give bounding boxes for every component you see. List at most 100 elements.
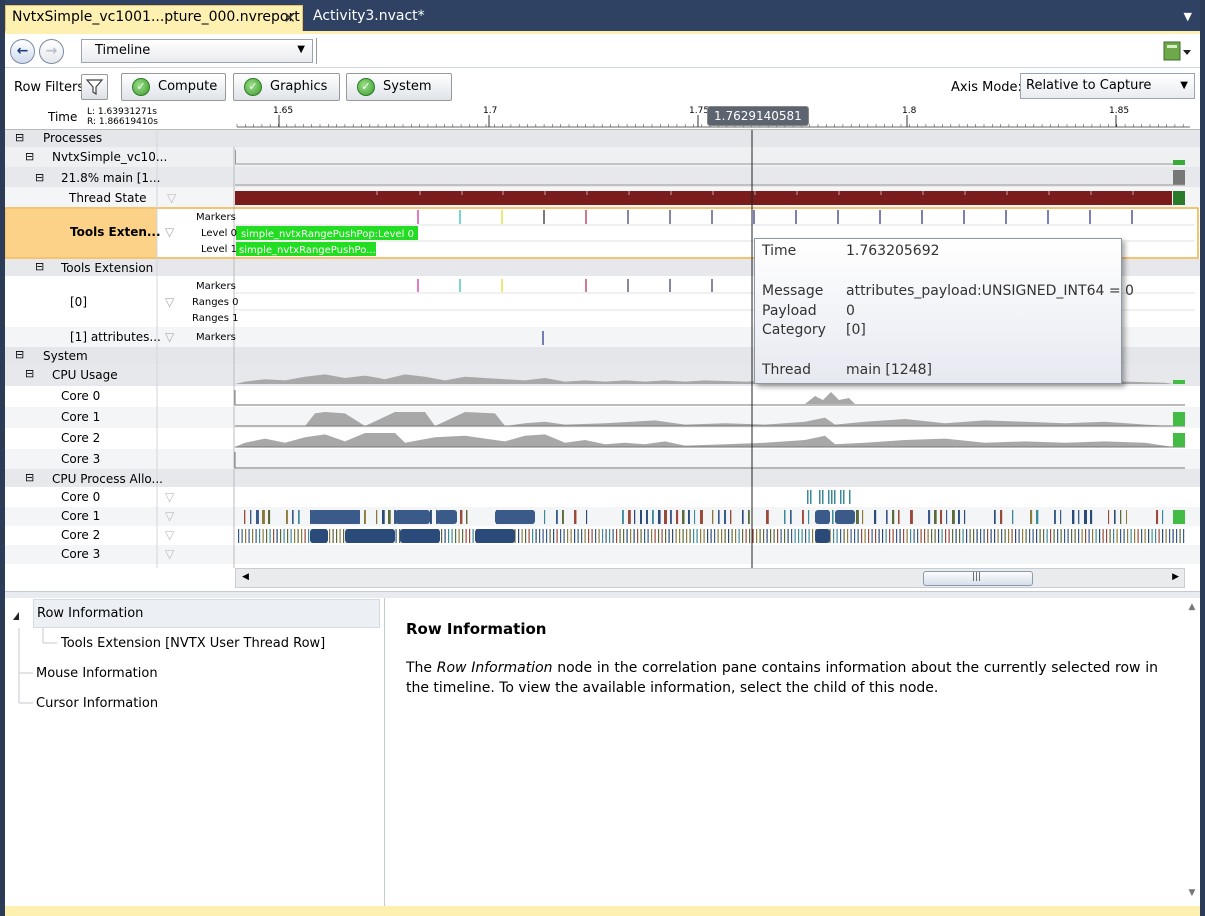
collapse-icon[interactable]: ⊟	[25, 367, 34, 380]
timeline-horizontal-scrollbar[interactable]: ◀ ||| ▶	[235, 568, 1185, 588]
back-arrow-icon[interactable]: ←	[10, 39, 35, 64]
time-cursor-badge[interactable]: 1.7629140581	[707, 106, 809, 126]
tools-extension-label: Tools Extension	[61, 261, 154, 275]
axis-mode-value: Relative to Capture	[1026, 78, 1152, 93]
core-label: Core 3	[61, 452, 101, 466]
filter-funnel-icon[interactable]: ▽	[165, 295, 174, 309]
system-filter-button[interactable]: ✓ System	[346, 73, 452, 101]
ranges1-sublabel: Ranges 1	[192, 313, 239, 324]
check-circle-icon: ✓	[132, 78, 150, 96]
alloc-core-label: Core 2	[61, 528, 101, 542]
system-filter-label: System	[383, 79, 432, 94]
tree-item-mouse-information[interactable]: Mouse Information	[36, 666, 158, 681]
forward-arrow-icon[interactable]: →	[39, 39, 64, 64]
collapse-icon[interactable]: ⊟	[35, 260, 44, 273]
tab-activity[interactable]: Activity3.nvact*	[307, 5, 431, 31]
tick-label: 1.8	[902, 106, 917, 116]
filter-funnel-icon[interactable]: ▽	[165, 330, 174, 344]
document-tab-bar: NvtxSimple_vc1001...pture_000.nvreport ✕…	[5, 0, 1200, 32]
detail-body: The Row Information node in the correlat…	[406, 658, 1158, 698]
filter-funnel-icon[interactable]: ▽	[165, 528, 174, 542]
funnel-icon	[85, 79, 104, 96]
process-row-label: NvtxSimple_vc10...	[52, 150, 168, 164]
core-label: Core 1	[61, 410, 101, 424]
filter-funnel-icon[interactable]: ▽	[165, 490, 174, 504]
thread-state-label: Thread State	[69, 191, 147, 205]
filter-funnel-icon[interactable]: ▽	[165, 509, 174, 523]
core-label: Core 0	[61, 389, 101, 403]
scroll-left-icon[interactable]: ◀	[242, 572, 249, 582]
detail-body-emphasis: Row Information	[436, 660, 553, 676]
tooltip-time-value: 1.763205692	[846, 243, 940, 259]
axis-mode-select[interactable]: Relative to Capture ▼	[1020, 73, 1195, 99]
compute-filter-button[interactable]: ✓ Compute	[121, 73, 226, 101]
correlation-tree: Row Information Tools Extension [NVTX Us…	[5, 598, 385, 906]
cpu-usage-label: CPU Usage	[52, 368, 118, 382]
tab-dropdown-icon[interactable]: ▼	[1184, 10, 1192, 23]
tree-item-label: Row Information	[37, 606, 144, 621]
system-row-label: System	[43, 349, 88, 363]
pane-splitter[interactable]	[5, 591, 1200, 598]
view-select[interactable]: Timeline ▼	[81, 39, 313, 63]
filter-funnel-icon[interactable]: ▽	[165, 547, 174, 561]
level1-sublabel: Level 1	[201, 244, 237, 255]
domain0-label: [0]	[70, 295, 87, 309]
tooltip-payload-value: 0	[846, 303, 855, 319]
range-label-level1: simple_nvtxRangePushPo...	[239, 245, 376, 256]
close-icon[interactable]: ✕	[283, 9, 296, 27]
filter-funnel-button[interactable]	[81, 74, 108, 100]
tab-nvreport[interactable]: NvtxSimple_vc1001...pture_000.nvreport ✕	[5, 5, 303, 31]
tab-nvreport-label: NvtxSimple_vc1001...pture_000.nvreport	[12, 9, 300, 25]
markers-sublabel: Markers	[196, 281, 236, 292]
time-ruler[interactable]: Time L: 1.63931271s R: 1.86619410s 1.65 …	[5, 105, 1200, 130]
level0-sublabel: Level 0	[201, 228, 237, 239]
collapse-icon[interactable]: ⊟	[25, 471, 34, 484]
tooltip-thread-label: Thread	[762, 362, 811, 378]
alloc-core-label: Core 3	[61, 547, 101, 561]
tools-extension-selected-label: Tools Exten...	[70, 225, 161, 239]
chevron-down-icon: ▼	[1180, 80, 1188, 91]
alloc-core-label: Core 0	[61, 490, 101, 504]
axis-mode-label: Axis Mode:	[951, 80, 1022, 95]
tooltip-category-label: Category	[762, 322, 826, 338]
collapse-icon[interactable]: ⊟	[35, 171, 44, 184]
collapse-icon[interactable]: ⊟	[15, 348, 24, 361]
tab-activity-label: Activity3.nvact*	[313, 8, 425, 24]
tooltip-payload-label: Payload	[762, 303, 817, 319]
grip-icon: |||	[972, 572, 982, 582]
tree-item-row-information[interactable]: Row Information	[33, 599, 380, 628]
check-circle-icon: ✓	[244, 78, 262, 96]
graphics-filter-button[interactable]: ✓ Graphics	[233, 73, 340, 101]
tooltip-category-value: [0]	[846, 322, 866, 338]
core-label: Core 2	[61, 431, 101, 445]
tree-item-cursor-information[interactable]: Cursor Information	[36, 696, 158, 711]
scrollbar-thumb[interactable]: |||	[923, 571, 1033, 586]
filter-funnel-icon[interactable]: ▽	[165, 225, 174, 239]
filter-funnel-icon[interactable]: ▽	[167, 191, 176, 205]
scroll-down-icon[interactable]: ▼	[1184, 888, 1200, 898]
scroll-right-icon[interactable]: ▶	[1172, 572, 1179, 582]
collapse-icon[interactable]: ⊟	[15, 131, 24, 144]
tick-label: 1.7	[483, 106, 497, 116]
detail-vertical-scrollbar[interactable]: ▲ ▼	[1184, 598, 1200, 906]
ruler-ticks: 1.65 1.7 1.75 1.8 1.85	[236, 106, 1190, 128]
row-filters-label: Row Filters	[14, 80, 85, 95]
tooltip-thread-value: main [1248]	[846, 362, 932, 378]
ranges0-sublabel: Ranges 0	[192, 297, 239, 308]
chevron-down-icon: ▼	[297, 44, 305, 55]
toolbar: ← → Timeline ▼	[5, 34, 1200, 68]
check-circle-icon: ✓	[357, 78, 375, 96]
markers-sublabel: Markers	[196, 332, 236, 343]
compute-filter-label: Compute	[158, 79, 218, 94]
view-select-value: Timeline	[95, 43, 151, 58]
tree-item-tools-extension[interactable]: Tools Extension [NVTX User Thread Row]	[61, 636, 325, 651]
row-filters-bar: Row Filters ✓ Compute ✓ Graphics ✓ Syste…	[5, 69, 1200, 105]
markers-sublabel: Markers	[196, 212, 236, 223]
collapse-icon[interactable]: ⊟	[25, 150, 34, 163]
tooltip-time-label: Time	[762, 243, 797, 259]
scroll-up-icon[interactable]: ▲	[1184, 602, 1200, 612]
detail-body-prefix: The	[406, 660, 437, 676]
detail-title: Row Information	[406, 620, 547, 638]
export-icon[interactable]	[1162, 40, 1192, 62]
tick-label: 1.85	[1109, 106, 1129, 116]
